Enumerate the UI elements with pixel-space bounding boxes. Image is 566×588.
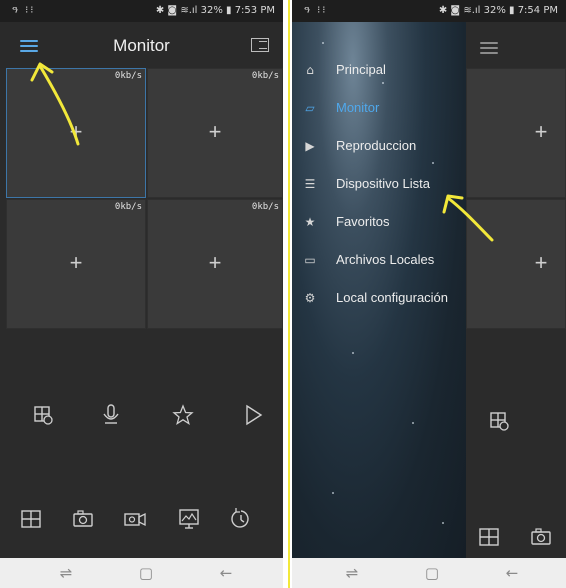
bitrate-label: 0kb/s: [251, 202, 279, 212]
menu-item-label: Monitor: [336, 100, 380, 115]
add-device-icon[interactable]: +: [7, 119, 145, 145]
video-cell[interactable]: 0kb/s +: [6, 68, 146, 198]
app-bar: Monitor: [0, 22, 283, 68]
video-cell[interactable]: 0kb/s +: [6, 199, 146, 329]
divider-line: [288, 0, 290, 588]
menu-item-reproduccion[interactable]: ▶ Reproduccion: [292, 130, 466, 162]
grid-icon[interactable]: [476, 524, 502, 550]
add-device-icon[interactable]: +: [148, 250, 282, 276]
monitor-background: + +: [466, 22, 566, 558]
home-button-icon[interactable]: ▢: [136, 564, 156, 582]
bitrate-label: 0kb/s: [114, 202, 142, 212]
bitrate-label: 0kb/s: [251, 71, 279, 81]
video-record-icon[interactable]: [122, 506, 148, 532]
video-cell[interactable]: +: [466, 68, 566, 198]
grid-icon[interactable]: [18, 506, 44, 532]
video-cell[interactable]: 0kb/s +: [147, 199, 283, 329]
recent-apps-icon[interactable]: ⇌: [56, 564, 76, 582]
menu-item-local-configuracion[interactable]: ⚙ Local configuración: [292, 282, 466, 314]
menu-item-label: Reproduccion: [336, 138, 417, 153]
menu-item-label: Dispositivo Lista: [336, 176, 430, 191]
menu-item-label: Favoritos: [336, 214, 390, 229]
status-bar: ዓ ⁝⁝ ✱ ◙ ≋.ıl 32% ▮ 7:53 PM: [0, 0, 283, 22]
status-icons-right: ✱ ◙ ≋.ıl 32% ▮ 7:53 PM: [155, 5, 275, 16]
playback-history-icon[interactable]: [228, 506, 254, 532]
navigation-drawer: ⌂ Principal ▱ Monitor ▶ Reproduccion ☰ D…: [292, 22, 466, 558]
camera-snapshot-icon[interactable]: [528, 524, 554, 550]
menu-item-label: Archivos Locales: [336, 252, 435, 267]
video-cell[interactable]: 0kb/s +: [147, 68, 283, 198]
menu-item-principal[interactable]: ⌂ Principal: [292, 54, 466, 86]
camera-snapshot-icon[interactable]: [70, 506, 96, 532]
layout-toggle-icon[interactable]: [251, 38, 269, 52]
page-title: Monitor: [113, 36, 170, 55]
status-bar: ዓ ⁝⁝ ✱ ◙ ≋.ıl 32% ▮ 7:54 PM: [292, 0, 566, 22]
star-icon[interactable]: [170, 402, 196, 428]
bitrate-label: 0kb/s: [114, 71, 142, 81]
add-device-icon[interactable]: +: [517, 250, 565, 276]
add-device-icon[interactable]: +: [517, 119, 565, 145]
image-icon[interactable]: [176, 506, 202, 532]
android-nav-bar: ⇌ ▢ ←: [0, 558, 283, 588]
add-device-icon[interactable]: +: [7, 250, 145, 276]
menu-item-archivos-locales[interactable]: ▭ Archivos Locales: [292, 244, 466, 276]
add-device-icon[interactable]: +: [148, 119, 282, 145]
recent-apps-icon[interactable]: ⇌: [342, 564, 362, 582]
microphone-icon[interactable]: [98, 402, 124, 428]
home-button-icon[interactable]: ▢: [422, 564, 442, 582]
layout-settings-icon[interactable]: [30, 402, 56, 428]
menu-item-label: Local configuración: [336, 290, 449, 305]
menu-item-monitor[interactable]: ▱ Monitor: [292, 92, 466, 124]
menu-item-favoritos[interactable]: ★ Favoritos: [292, 206, 466, 238]
back-button-icon[interactable]: ←: [216, 564, 236, 582]
video-cell[interactable]: +: [466, 199, 566, 329]
left-screen: ዓ ⁝⁝ ✱ ◙ ≋.ıl 32% ▮ 7:53 PM Monitor 0kb/…: [0, 0, 283, 588]
playback-icon: ▶: [305, 139, 315, 153]
play-icon[interactable]: [240, 402, 266, 428]
menu-item-label: Principal: [336, 62, 386, 77]
video-grid: 0kb/s + 0kb/s + 0kb/s + 0kb/s +: [6, 68, 283, 330]
hamburger-menu-icon[interactable]: [480, 42, 498, 54]
device-list-icon: ☰: [304, 177, 316, 191]
status-icons-left: ዓ ⁝⁝: [304, 5, 328, 16]
android-nav-bar: ⇌ ▢ ←: [292, 558, 566, 588]
layout-settings-icon[interactable]: [486, 408, 512, 434]
back-button-icon[interactable]: ←: [502, 564, 522, 582]
control-panel: [0, 330, 283, 558]
monitor-icon: ▱: [305, 101, 315, 115]
settings-icon: ⚙: [304, 291, 316, 305]
status-icons-left: ዓ ⁝⁝: [12, 5, 36, 16]
status-icons-right: ✱ ◙ ≋.ıl 32% ▮ 7:54 PM: [438, 5, 558, 16]
right-screen: ዓ ⁝⁝ ✱ ◙ ≋.ıl 32% ▮ 7:54 PM + + ⌂ Princi…: [292, 0, 566, 588]
folder-icon: ▭: [304, 253, 316, 267]
favorites-icon: ★: [304, 215, 316, 229]
menu-item-dispositivo-lista[interactable]: ☰ Dispositivo Lista: [292, 168, 466, 200]
home-icon: ⌂: [306, 63, 314, 77]
